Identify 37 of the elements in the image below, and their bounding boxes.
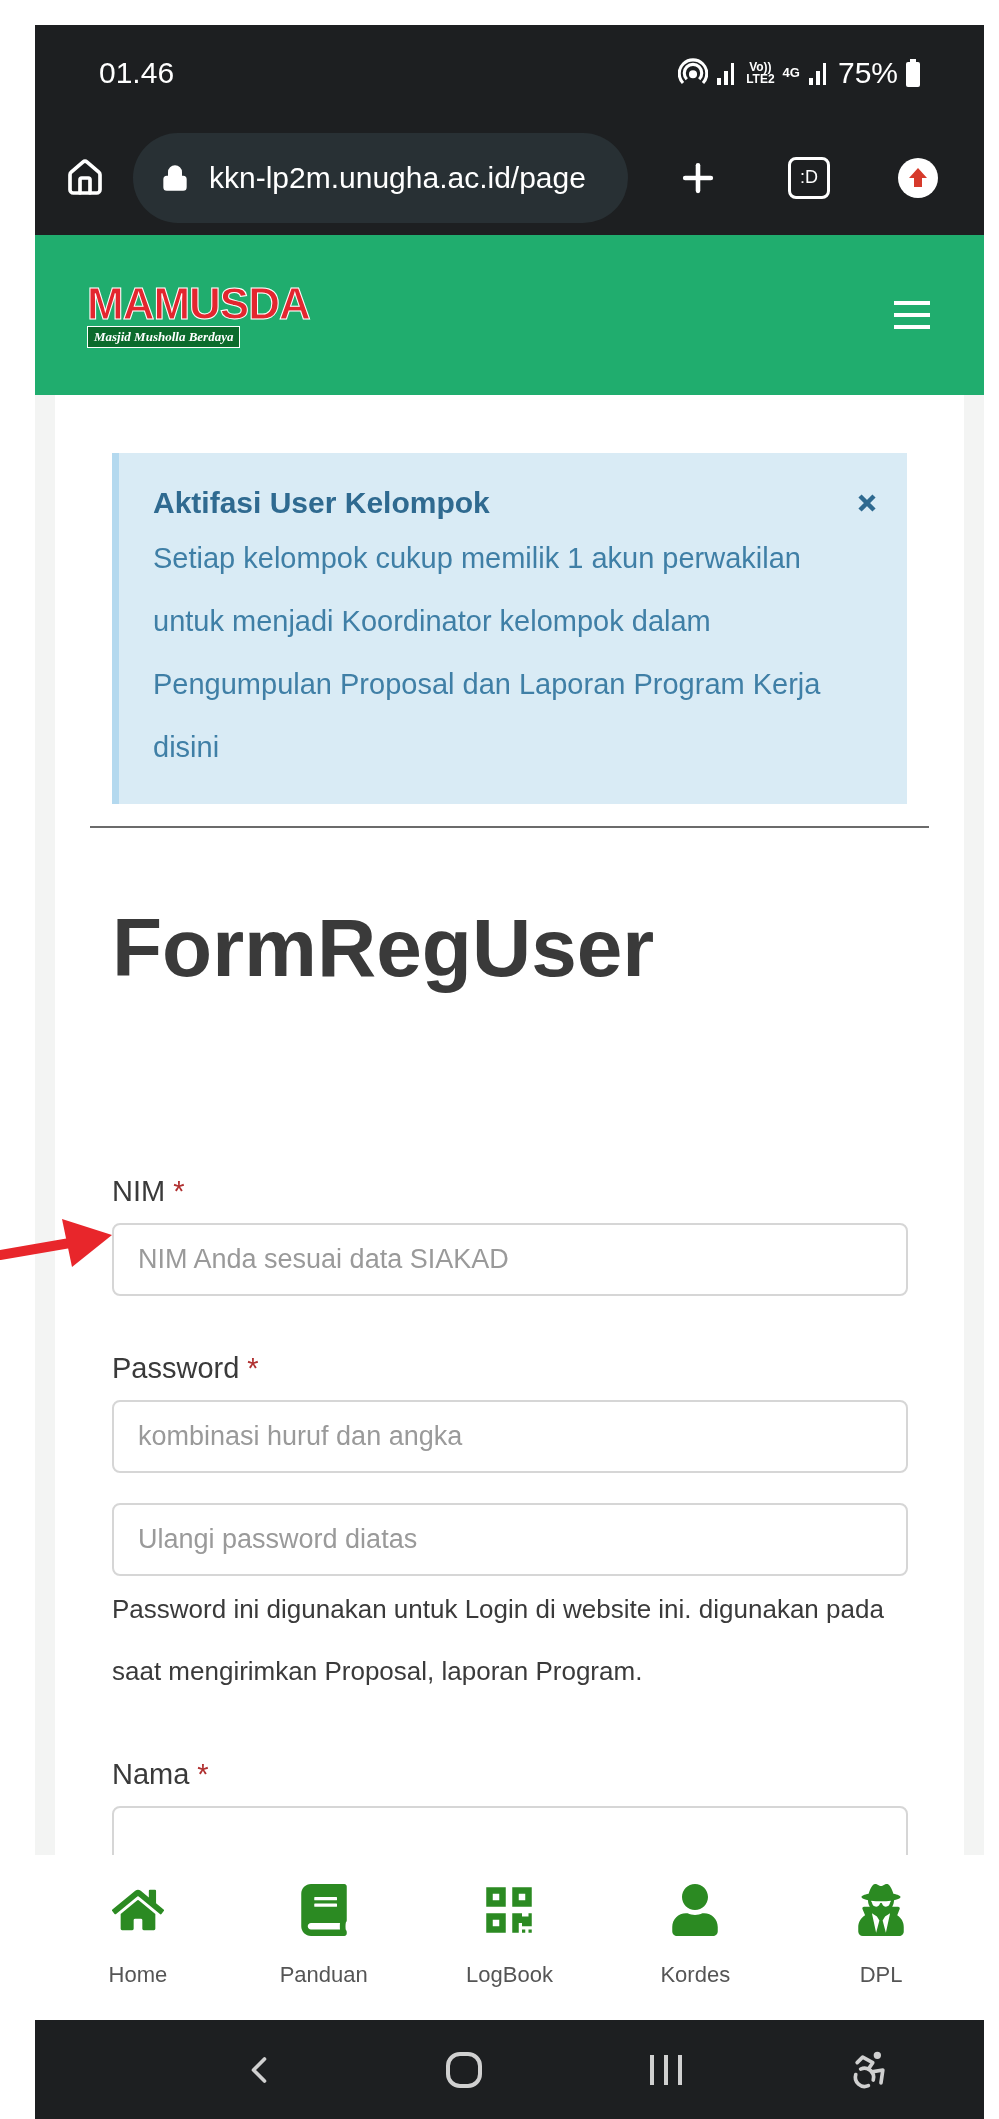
nav-item[interactable]: LogBook [434, 1884, 585, 1991]
battery-icon [906, 58, 920, 87]
lock-icon [161, 163, 189, 192]
tab-button[interactable]: :D [788, 156, 830, 199]
required-mark: * [173, 1175, 185, 1207]
nav-item[interactable]: Panduan [248, 1884, 399, 1991]
nav-item[interactable]: Kordes [620, 1884, 771, 1991]
close-icon[interactable] [857, 493, 877, 513]
required-mark: * [197, 1758, 209, 1790]
field-label-text: NIM [112, 1175, 166, 1207]
field-label-text: Nama [112, 1758, 190, 1790]
lte-label: LTE2 [746, 72, 775, 85]
upload-icon[interactable] [898, 157, 938, 198]
alert-title: Aktifasi User Kelompok [153, 485, 491, 521]
logo-subtitle: Masjid Musholla Berdaya [87, 326, 241, 348]
input-field[interactable]: NIM Anda sesuai data SIAKAD [112, 1223, 908, 1296]
form-title: FormRegUser [112, 901, 656, 995]
battery-percentage: 75% [837, 55, 898, 91]
home-icon[interactable] [65, 157, 105, 198]
field-label-text: Password [112, 1352, 240, 1384]
clock-time: 01.46 [99, 55, 175, 91]
data-label: 4G [782, 63, 800, 82]
nav-item[interactable]: Home [62, 1884, 213, 1991]
input-field[interactable]: Ulangi password diatas [112, 1503, 908, 1576]
url-text: kkn-lp2m.unugha.ac.id/page [209, 160, 586, 196]
help-text: Password ini digunakan untuk Login di website ini. digunakan pada saat mengirimkan Proposal, laporan Program. [112, 1593, 885, 1688]
alert-message: Setiap kelompok cukup memilik 1 akun perwakilan untuk menjadi Koordinator kelompok dalam Pengumpulan Proposal dan Laporan Program Kerja disini [153, 541, 822, 765]
required-mark: * [247, 1352, 259, 1384]
home-button-icon[interactable] [445, 2050, 484, 2089]
menu-icon[interactable] [892, 300, 932, 330]
address-bar[interactable]: kkn-lp2m.unugha.ac.id/page [133, 132, 628, 223]
logo-title: MAMUSDA [87, 282, 310, 327]
volte-label: Vo)) [749, 60, 772, 73]
input-field[interactable]: kombinasi huruf dan angka [112, 1400, 908, 1473]
site-logo[interactable]: MAMUSDA Masjid Musholla Berdaya [87, 282, 310, 348]
recent-apps-icon[interactable] [647, 2052, 684, 2087]
nav-item[interactable]: DPL [806, 1884, 957, 1991]
